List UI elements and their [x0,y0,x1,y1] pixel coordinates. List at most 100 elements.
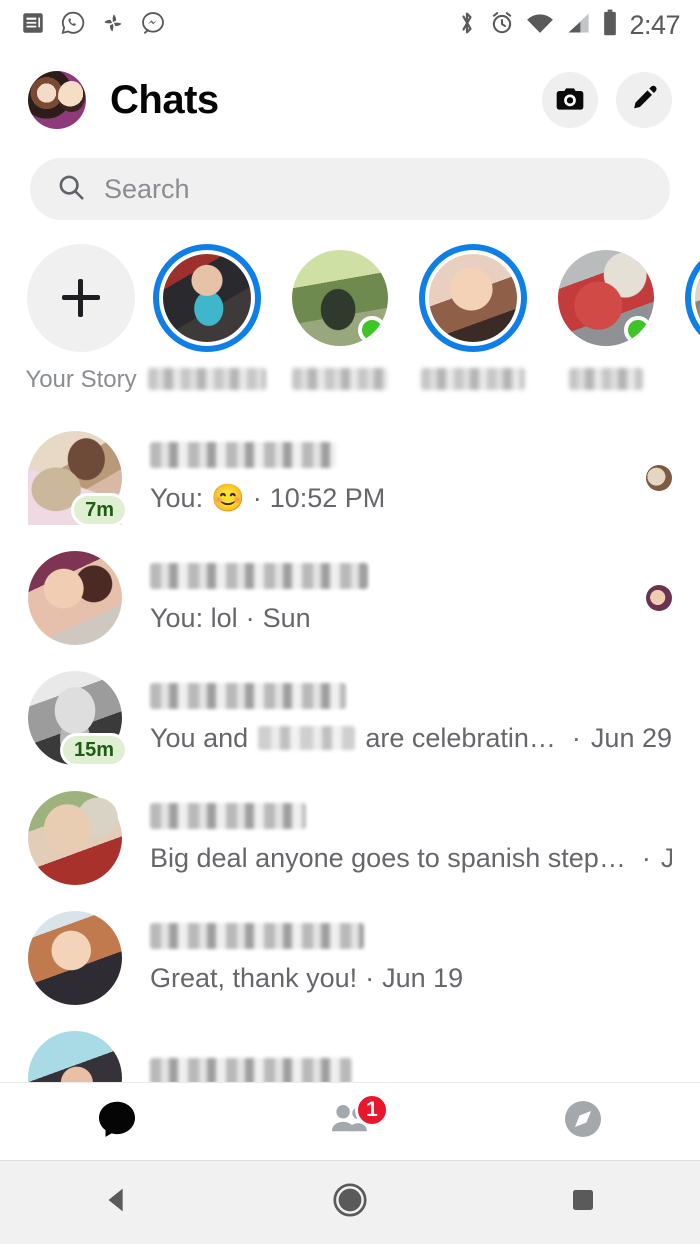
search-section: Search [0,150,700,220]
preview-prefix: Big deal anyone goes to spanish step… [150,842,626,873]
story-name-blurred [147,368,266,390]
camera-button[interactable] [542,72,598,128]
messenger-chats-screen: 2:47 Chats Search Your Story 7m You: 😊 ·… [0,0,700,1244]
your-story-label: Your Story [25,366,137,393]
recents-square-icon [568,1185,598,1220]
story-ring-seen [552,244,660,352]
story-item[interactable] [273,244,406,390]
android-navigation-bar [0,1160,700,1244]
story-avatar [557,250,654,346]
add-story-button[interactable] [27,244,135,352]
chat-body: You: 😊 · 10:52 PM [150,442,630,514]
chat-avatar[interactable]: 7m [28,431,128,527]
chat-body: Great, thank you! · Jun 19 [150,922,672,994]
online-status-dot [623,316,652,344]
stories-row[interactable]: Your Story [0,220,700,404]
nav-tab-discover[interactable] [467,1083,700,1160]
chat-timestamp: Jun 19 [382,962,464,993]
active-time-badge: 15m [59,733,128,767]
preview-prefix: You: lol [150,602,238,633]
preview-separator: · [641,842,651,873]
chat-body: You and are celebratin… · Jun 29 [150,682,672,754]
discover-compass-icon [560,1096,606,1147]
active-time-badge: 7m [71,493,128,527]
search-icon [56,172,86,207]
preview-text: are celebratin… [365,722,556,753]
camera-icon [554,83,586,118]
avatar-image [28,551,122,645]
story-name-blurred [420,368,525,390]
chat-name-blurred [150,442,336,468]
android-recents-button[interactable] [467,1185,700,1220]
story-item[interactable] [539,244,672,390]
battery-icon [602,9,618,42]
story-name-blurred [568,368,643,390]
story-ring-seen [286,244,394,352]
chat-row[interactable]: You: lol · Sun [0,538,700,658]
plus-icon [62,279,100,317]
story-avatar [291,250,388,346]
app-header: Chats [0,50,700,150]
chat-body: Big deal anyone goes to spanish step… · … [150,802,672,874]
story-your-story[interactable]: Your Story [22,244,140,394]
chat-preview: Great, thank you! · Jun 19 [150,963,672,994]
chat-avatar[interactable] [28,791,122,885]
chat-row[interactable]: Big deal anyone goes to spanish step… · … [0,778,700,898]
chat-row[interactable]: 15m You and are celebratin… · Jun 29 [0,658,700,778]
preview-prefix: You: [150,482,204,513]
bluetooth-icon [456,9,478,42]
preview-name-blurred [258,726,356,750]
header-actions [542,72,672,128]
chat-body: You: lol · Sun [150,562,630,634]
story-name-blurred [291,368,388,390]
chat-row[interactable]: 7m You: 😊 · 10:52 PM [0,418,700,538]
preview-separator: · [571,722,581,753]
compose-pencil-icon [628,83,660,118]
story-item[interactable] [140,244,273,390]
search-input[interactable]: Search [30,158,670,220]
story-avatar [694,254,700,342]
story-ring-unseen [684,244,700,352]
chat-name-blurred [150,682,346,709]
status-clock: 2:47 [629,9,680,40]
story-ring-unseen [152,244,261,352]
cellular-icon [565,11,591,40]
page-title: Chats [110,77,219,122]
chat-name-blurred [150,802,306,829]
status-bar-system: 2:47 [456,9,680,42]
chat-timestamp: Jun 29 [590,722,672,753]
home-circle-icon [331,1181,369,1224]
chat-bubble-icon [94,1096,140,1147]
story-item-partial[interactable] [672,244,700,352]
profile-avatar[interactable] [28,71,86,129]
status-bar-notifications [20,10,166,41]
chat-name-blurred [150,1058,352,1084]
people-unread-badge: 1 [354,1093,389,1127]
chat-row[interactable]: Great, thank you! · Jun 19 [0,898,700,1018]
preview-emoji: 😊 [211,483,245,513]
chat-preview: Big deal anyone goes to spanish step… · … [150,843,672,874]
chat-avatar[interactable]: 15m [28,671,128,767]
story-item[interactable] [406,244,539,390]
nav-tab-people[interactable]: 1 [233,1083,466,1160]
android-back-button[interactable] [0,1183,233,1222]
chat-preview: You: 😊 · 10:52 PM [150,482,630,514]
story-ring-unseen [418,244,527,352]
preview-separator: · [252,482,262,513]
wifi-icon [526,11,554,40]
compose-button[interactable] [616,72,672,128]
story-avatar [162,254,251,342]
back-triangle-icon [100,1183,134,1222]
android-home-button[interactable] [233,1181,466,1224]
chat-avatar[interactable] [28,551,122,645]
chat-avatar[interactable] [28,911,122,1005]
read-receipt-avatar [646,465,672,491]
chat-timestamp: 10:52 PM [269,482,386,513]
search-placeholder: Search [104,173,190,204]
alarm-icon [489,10,515,41]
nav-tab-chats[interactable] [0,1083,233,1160]
chat-timestamp: Sun [262,602,311,633]
chat-timestamp: Jun 21 [660,842,672,873]
pinwheel-icon [100,10,126,41]
news-icon [20,10,46,41]
